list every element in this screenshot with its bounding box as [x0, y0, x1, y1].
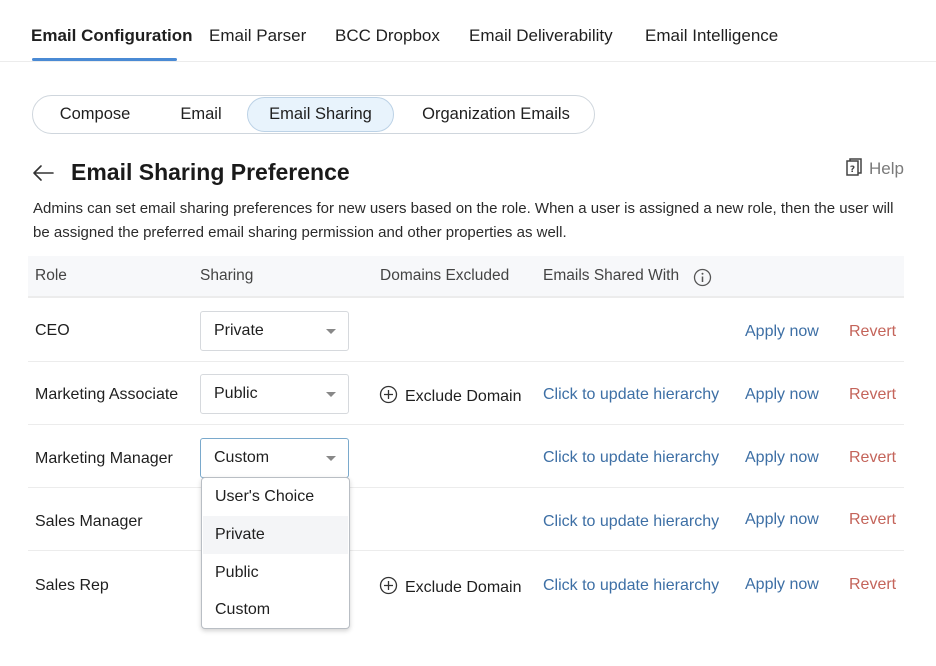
tab-email-deliverability[interactable]: Email Deliverability	[469, 26, 613, 46]
sharing-select-value: Public	[214, 385, 258, 402]
back-arrow-icon[interactable]	[30, 160, 56, 186]
apply-now-link[interactable]: Apply now	[745, 449, 819, 467]
tab-email-configuration[interactable]: Email Configuration	[31, 26, 193, 46]
revert-link[interactable]: Revert	[849, 576, 896, 594]
update-hierarchy-link[interactable]: Click to update hierarchy	[543, 513, 719, 531]
subtab-compose[interactable]: Compose	[47, 96, 143, 133]
page-description: Admins can set email sharing preferences…	[33, 200, 894, 241]
sub-tab-bar: Compose Email Email Sharing Organization…	[32, 95, 595, 134]
apply-now-link[interactable]: Apply now	[745, 323, 819, 341]
table-header: Role Sharing Domains Excluded Emails Sha…	[28, 256, 904, 298]
table-row: Marketing Manager Custom Click to update…	[28, 425, 904, 488]
revert-link[interactable]: Revert	[849, 449, 896, 467]
caret-down-icon	[326, 456, 336, 461]
column-header-emails-shared-with: Emails Shared With	[543, 267, 680, 284]
exclude-domain-button[interactable]: Exclude Domain	[379, 385, 522, 409]
svg-text:?: ?	[850, 165, 855, 175]
tab-email-intelligence[interactable]: Email Intelligence	[645, 26, 778, 46]
role-name: Sales Manager	[35, 513, 143, 530]
apply-now-link[interactable]: Apply now	[745, 511, 819, 529]
exclude-domain-label: Exclude Domain	[405, 579, 522, 596]
dropdown-option-public[interactable]: Public	[203, 554, 348, 592]
dropdown-option-custom[interactable]: Custom	[203, 591, 348, 629]
table-row: Marketing Associate Public Exclude Domai…	[28, 362, 904, 425]
column-header-sharing: Sharing	[200, 267, 254, 284]
top-tab-bar: Email Configuration Email Parser BCC Dro…	[0, 0, 936, 62]
help-link[interactable]: ? Help	[845, 157, 904, 182]
caret-down-icon	[326, 329, 336, 334]
apply-now-link[interactable]: Apply now	[745, 576, 819, 594]
role-name: Marketing Manager	[35, 450, 173, 467]
revert-link[interactable]: Revert	[849, 386, 896, 404]
tab-bcc-dropbox[interactable]: BCC Dropbox	[335, 26, 440, 46]
exclude-domain-button[interactable]: Exclude Domain	[379, 576, 522, 600]
subtab-organization-emails[interactable]: Organization Emails	[409, 96, 583, 133]
info-circle-icon[interactable]	[693, 268, 712, 287]
sharing-select[interactable]: Private	[200, 311, 349, 351]
column-header-role: Role	[35, 267, 67, 284]
exclude-domain-label: Exclude Domain	[405, 388, 522, 405]
plus-circle-icon	[379, 385, 398, 409]
sharing-select-value: Private	[214, 322, 264, 339]
sharing-select[interactable]: Custom	[200, 438, 349, 478]
update-hierarchy-link[interactable]: Click to update hierarchy	[543, 386, 719, 404]
column-header-domains-excluded: Domains Excluded	[380, 267, 510, 284]
help-book-icon: ?	[845, 157, 863, 182]
sharing-dropdown-menu: User's Choice Private Public Custom	[201, 477, 350, 629]
table-row: Sales Rep Exclude Domain Click to update…	[28, 552, 904, 615]
dropdown-option-private[interactable]: Private	[203, 516, 348, 554]
tab-email-parser[interactable]: Email Parser	[209, 26, 306, 46]
help-label: Help	[869, 159, 904, 178]
revert-link[interactable]: Revert	[849, 323, 896, 341]
subtab-email[interactable]: Email	[159, 96, 243, 133]
caret-down-icon	[326, 392, 336, 397]
table-row: Sales Manager Click to update hierarchy …	[28, 488, 904, 551]
role-name: Marketing Associate	[35, 386, 179, 403]
revert-link[interactable]: Revert	[849, 511, 896, 529]
sharing-select[interactable]: Public	[200, 374, 349, 414]
dropdown-option-users-choice[interactable]: User's Choice	[203, 478, 348, 516]
plus-circle-icon	[379, 576, 398, 600]
update-hierarchy-link[interactable]: Click to update hierarchy	[543, 577, 719, 595]
sharing-select-value: Custom	[214, 449, 270, 466]
role-name: Sales Rep	[35, 577, 109, 594]
active-tab-indicator	[32, 58, 177, 61]
update-hierarchy-link[interactable]: Click to update hierarchy	[543, 449, 719, 467]
table-row: CEO Private Apply now Revert	[28, 299, 904, 362]
apply-now-link[interactable]: Apply now	[745, 386, 819, 404]
subtab-email-sharing[interactable]: Email Sharing	[247, 97, 394, 132]
page-title: Email Sharing Preference	[71, 159, 350, 185]
role-name: CEO	[35, 322, 70, 339]
